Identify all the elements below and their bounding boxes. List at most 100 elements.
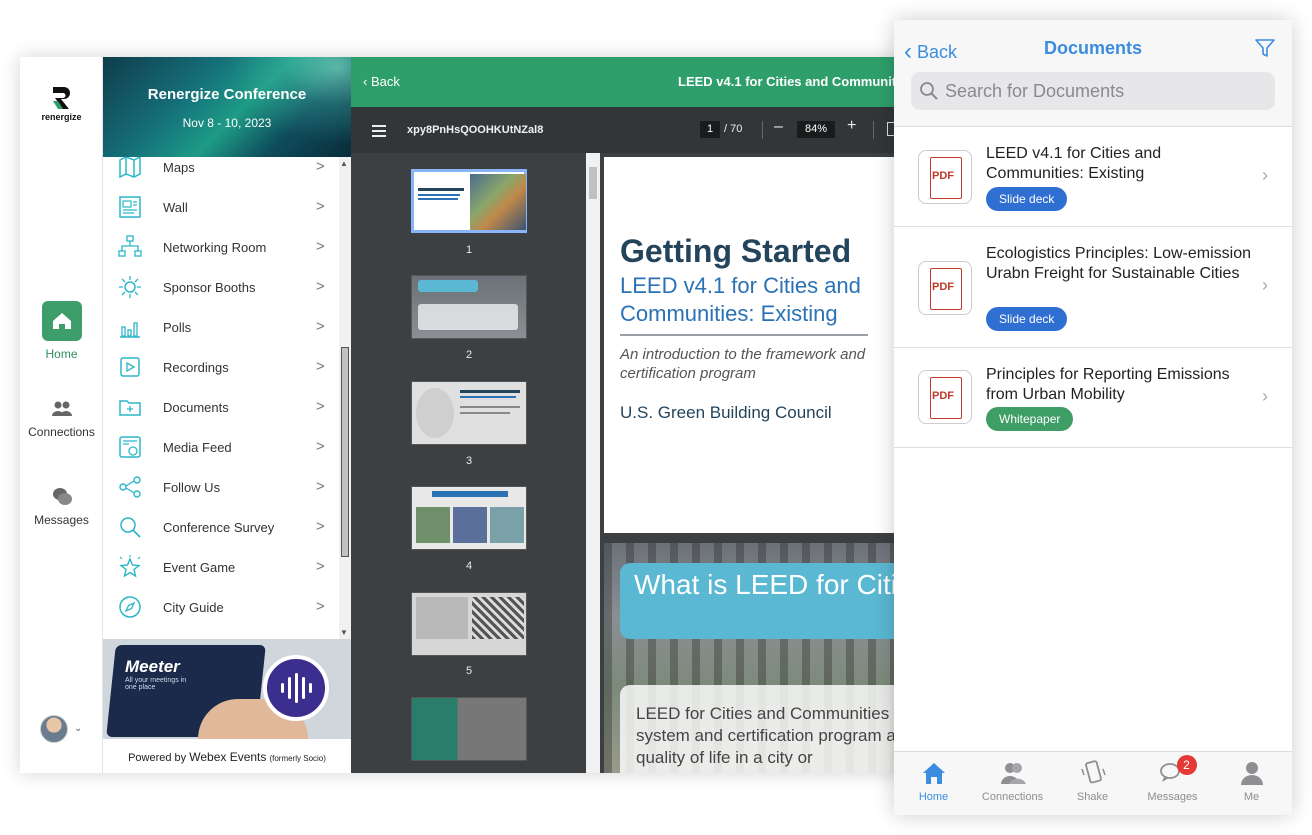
wall-icon: [119, 196, 141, 218]
tab-connections[interactable]: Connections: [973, 752, 1052, 815]
user-avatar-menu[interactable]: ⌄: [40, 715, 92, 745]
chevron-right-icon: >: [316, 358, 325, 375]
thumbnail-number: 2: [465, 349, 473, 361]
promo-banner[interactable]: Meeter All your meetings in one place: [103, 639, 351, 739]
document-title: Ecologistics Principles: Low-emission Ur…: [986, 245, 1251, 282]
menu-item-media-feed[interactable]: Media Feed >: [103, 428, 338, 468]
menu-item-wall[interactable]: Wall >: [103, 188, 338, 228]
sound-wave-icon: [281, 673, 312, 703]
document-row[interactable]: PDF LEED v4.1 for Cities and Communities…: [894, 127, 1292, 227]
zoom-in-button[interactable]: +: [847, 117, 856, 135]
back-label: Back: [370, 74, 400, 89]
rail-item-connections[interactable]: Connections: [20, 399, 103, 439]
pdf-viewer: ‹ Back LEED v4.1 for Cities and Communit…: [351, 57, 920, 773]
thumbnail-page-6[interactable]: [411, 697, 527, 761]
powered-suffix: (formerly Socio): [269, 754, 326, 763]
thumbnail-page-1[interactable]: [411, 169, 527, 233]
menu-item-polls[interactable]: Polls >: [103, 308, 338, 348]
avatar: [40, 715, 68, 743]
tab-bar: Home Connections Shake 2 Messages Me: [894, 751, 1292, 815]
search-input[interactable]: [943, 77, 1263, 105]
menu-item-event-game[interactable]: Event Game >: [103, 548, 338, 588]
chevron-right-icon: ›: [1262, 165, 1268, 185]
menu-item-label: Documents: [163, 400, 229, 415]
renergize-logo-icon: [52, 87, 70, 109]
pdf-toolbar: xpy8PnHsQOOHKUtNZal8 1 / 70 – 84% +: [351, 107, 920, 153]
chat-bubbles-icon: [51, 485, 73, 507]
news-icon: [119, 436, 141, 458]
chevron-right-icon: >: [316, 318, 325, 335]
share-icon: [119, 476, 141, 498]
thumbnail-page-5[interactable]: [411, 592, 527, 656]
scroll-up-icon[interactable]: ▲: [340, 159, 348, 168]
tab-shake[interactable]: Shake: [1053, 752, 1132, 815]
menu-item-sponsor-booths[interactable]: Sponsor Booths >: [103, 268, 338, 308]
menu-list: Maps > Wall > Networking Room > Sponsor …: [103, 157, 351, 639]
thumbnail-number: 4: [465, 560, 473, 572]
people-icon: [999, 759, 1027, 787]
brand-name: renergize: [41, 112, 82, 122]
menu-item-label: Maps: [163, 160, 195, 175]
tab-messages[interactable]: 2 Messages: [1133, 752, 1212, 815]
thumbnail-number: 5: [465, 665, 473, 677]
tab-label: Shake: [1076, 791, 1109, 803]
menu-item-documents[interactable]: Documents >: [103, 388, 338, 428]
search-bar[interactable]: [911, 72, 1275, 110]
scroll-thumb[interactable]: [589, 167, 597, 199]
menu-item-conference-survey[interactable]: Conference Survey >: [103, 508, 338, 548]
viewer-back-button[interactable]: ‹ Back: [363, 74, 400, 89]
page-number-input[interactable]: 1: [700, 121, 720, 138]
thumbnail-scrollbar[interactable]: [586, 153, 600, 773]
pdf-label: PDF: [932, 390, 954, 402]
document-row[interactable]: PDF Ecologistics Principles: Low-emissio…: [894, 227, 1292, 348]
thumbnail-sidebar: 1 2 3 4 5: [351, 153, 586, 773]
scroll-thumb[interactable]: [341, 347, 349, 557]
chevron-left-icon: ‹: [363, 74, 368, 89]
document-tag: Slide deck: [986, 187, 1068, 211]
menu-item-label: Networking Room: [163, 240, 267, 255]
document-row[interactable]: PDF Principles for Reporting Emissions f…: [894, 348, 1292, 448]
menu-item-maps[interactable]: Maps >: [103, 157, 338, 188]
menu-item-label: Conference Survey: [163, 520, 275, 535]
chevron-right-icon: >: [316, 438, 325, 455]
tab-me[interactable]: Me: [1212, 752, 1291, 815]
pdf-page-1: Getting Started LEED v4.1 for Cities and…: [604, 157, 904, 533]
menu-item-city-guide[interactable]: City Guide >: [103, 588, 338, 628]
thumbnail-page-4[interactable]: [411, 486, 527, 550]
network-icon: [118, 235, 142, 257]
toolbar-divider: [762, 121, 763, 139]
thumbnail-page-3[interactable]: [411, 381, 527, 445]
pdf-page-2: What is LEED for Cities and Communities …: [604, 543, 904, 773]
thumbnail-page-2[interactable]: [411, 275, 527, 339]
slide-divider: [620, 334, 868, 336]
menu-item-label: Polls: [163, 320, 192, 335]
menu-item-networking-room[interactable]: Networking Room >: [103, 228, 338, 268]
menu-item-follow-us[interactable]: Follow Us >: [103, 468, 338, 508]
tab-label: Me: [1243, 791, 1260, 803]
banner-swoosh: [211, 57, 351, 157]
filter-icon[interactable]: [1254, 37, 1276, 59]
scroll-down-icon[interactable]: ▼: [340, 628, 348, 637]
toolbar-divider: [873, 121, 874, 139]
rail-item-label: Home: [45, 347, 78, 361]
chevron-right-icon: >: [316, 238, 325, 255]
folder-icon: [119, 400, 141, 416]
event-banner: Renergize Conference Nov 8 - 10, 2023: [103, 57, 351, 157]
event-title: Renergize Conference: [147, 86, 307, 103]
chevron-right-icon: >: [316, 278, 325, 295]
menu-icon[interactable]: [372, 125, 386, 137]
zoom-level-input[interactable]: 84%: [797, 121, 835, 138]
pdf-icon: PDF: [918, 150, 972, 204]
tab-home[interactable]: Home: [894, 752, 973, 815]
tab-label: Messages: [1147, 791, 1198, 803]
zoom-out-button[interactable]: –: [774, 118, 783, 136]
rail-item-messages[interactable]: Messages: [20, 485, 103, 527]
menu-scrollbar[interactable]: ▲ ▼: [339, 157, 351, 639]
chevron-right-icon: >: [316, 598, 325, 615]
document-title: Principles for Reporting Emissions from …: [986, 366, 1230, 403]
rail-item-home[interactable]: Home: [20, 301, 103, 361]
nav-rail: renergize Home Connections Messages ⌄: [20, 57, 103, 773]
brand-logo[interactable]: renergize: [20, 85, 103, 122]
menu-item-label: City Guide: [163, 600, 224, 615]
menu-item-recordings[interactable]: Recordings >: [103, 348, 338, 388]
